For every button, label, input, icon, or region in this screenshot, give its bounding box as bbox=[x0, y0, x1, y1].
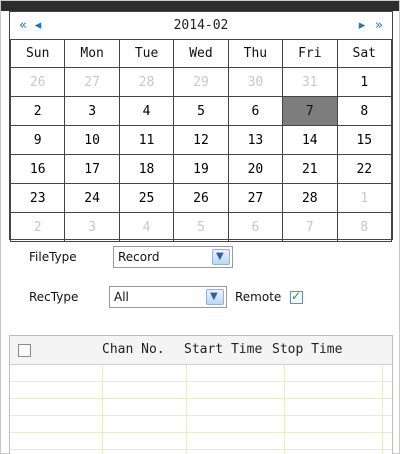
calendar-day[interactable]: 28 bbox=[282, 183, 338, 213]
calendar-day[interactable]: 5 bbox=[173, 96, 229, 126]
weekday-label: Fri bbox=[282, 39, 338, 68]
calendar-day[interactable]: 6 bbox=[227, 212, 284, 242]
calendar-day[interactable]: 2 bbox=[9, 96, 66, 126]
column-header-chan-no[interactable]: Chan No. bbox=[102, 336, 165, 364]
filetype-row: FileType Record ▼ bbox=[1, 245, 399, 273]
calendar-day[interactable]: 13 bbox=[227, 125, 284, 155]
calendar-grid: Sun Mon Tue Wed Thu Fri Sat 26 27 28 29 30 31… bbox=[9, 39, 393, 242]
calendar-day[interactable]: 1 bbox=[336, 183, 393, 213]
calendar-day[interactable]: 3 bbox=[64, 96, 120, 126]
search-panel: « ◂ 2014-02 ▸ » Sun Mon Tue Wed Thu Fri … bbox=[0, 0, 400, 454]
calendar-day[interactable]: 18 bbox=[118, 154, 175, 184]
calendar-day[interactable]: 17 bbox=[64, 154, 120, 184]
weekday-label: Tue bbox=[118, 39, 175, 68]
calendar-day[interactable]: 8 bbox=[336, 96, 393, 126]
weekday-label: Thu bbox=[227, 39, 284, 68]
rectype-row: RecType All ▼ Remote ✓ bbox=[1, 285, 399, 313]
next-month-icon[interactable]: ▸ bbox=[356, 12, 368, 39]
rectype-value: All bbox=[114, 290, 129, 304]
calendar-day[interactable]: 15 bbox=[336, 125, 393, 155]
record-list-header: Chan No. Start Time Stop Time bbox=[10, 336, 392, 365]
calendar-nav: « ◂ 2014-02 ▸ » bbox=[10, 12, 392, 39]
list-item[interactable] bbox=[10, 365, 392, 382]
calendar-week: 2345678 bbox=[9, 96, 393, 126]
month-title: 2014-02 bbox=[173, 18, 229, 33]
filetype-select[interactable]: Record ▼ bbox=[113, 246, 233, 268]
calendar-day[interactable]: 8 bbox=[336, 212, 393, 242]
calendar-day[interactable]: 26 bbox=[9, 67, 66, 97]
calendar-day[interactable]: 22 bbox=[336, 154, 393, 184]
calendar: « ◂ 2014-02 ▸ » Sun Mon Tue Wed Thu Fri … bbox=[9, 11, 393, 242]
calendar-days: 26 27 28 29 30 31 1 2 3 4 5 6 7 8 9 10 11 12 13 14 15 16 17 18 1… bbox=[9, 67, 393, 242]
chevron-down-icon: ▼ bbox=[210, 291, 218, 302]
calendar-day[interactable]: 21 bbox=[282, 154, 338, 184]
calendar-day[interactable]: 20 bbox=[227, 154, 284, 184]
select-all-checkbox[interactable] bbox=[18, 344, 31, 357]
record-list: Chan No. Start Time Stop Time bbox=[9, 335, 393, 454]
dropdown-arrow-icon[interactable]: ▼ bbox=[206, 289, 224, 305]
check-icon: ✓ bbox=[291, 289, 302, 303]
calendar-day[interactable]: 30 bbox=[227, 67, 284, 97]
weekday-label: Sun bbox=[9, 39, 66, 68]
calendar-day[interactable]: 5 bbox=[173, 212, 229, 242]
calendar-day[interactable]: 4 bbox=[118, 96, 175, 126]
next-year-icon[interactable]: » bbox=[372, 12, 386, 39]
calendar-week: 16 17 18 19 20 21 22 bbox=[9, 154, 393, 184]
calendar-day[interactable]: 2 bbox=[9, 212, 66, 242]
calendar-day[interactable]: 4 bbox=[118, 212, 175, 242]
column-header-start-time[interactable]: Start Time bbox=[184, 336, 262, 364]
weekday-label: Sat bbox=[336, 39, 393, 68]
calendar-day[interactable]: 29 bbox=[173, 67, 229, 97]
calendar-day[interactable]: 24 bbox=[64, 183, 120, 213]
calendar-day[interactable]: 16 bbox=[9, 154, 66, 184]
filetype-label: FileType bbox=[29, 250, 77, 264]
list-item[interactable] bbox=[10, 416, 392, 433]
calendar-day[interactable]: 12 bbox=[173, 125, 229, 155]
weekday-label: Mon bbox=[64, 39, 120, 68]
top-bar bbox=[1, 1, 399, 11]
calendar-day[interactable]: 3 bbox=[64, 212, 120, 242]
calendar-day[interactable]: 23 bbox=[9, 183, 66, 213]
rectype-select[interactable]: All ▼ bbox=[109, 286, 227, 308]
remote-checkbox[interactable]: ✓ bbox=[290, 289, 303, 304]
calendar-day[interactable]: 27 bbox=[227, 183, 284, 213]
calendar-day-selected[interactable]: 7 bbox=[282, 96, 338, 126]
calendar-day[interactable]: 14 bbox=[282, 125, 338, 155]
calendar-day[interactable]: 25 bbox=[118, 183, 175, 213]
calendar-day[interactable]: 7 bbox=[282, 212, 338, 242]
filetype-value: Record bbox=[118, 250, 160, 264]
calendar-day[interactable]: 26 bbox=[173, 183, 229, 213]
dropdown-arrow-icon[interactable]: ▼ bbox=[212, 249, 230, 265]
calendar-day[interactable]: 10 bbox=[64, 125, 120, 155]
calendar-day[interactable]: 19 bbox=[173, 154, 229, 184]
chevron-down-icon: ▼ bbox=[216, 251, 224, 262]
list-item[interactable] bbox=[10, 399, 392, 416]
calendar-day[interactable]: 28 bbox=[118, 67, 175, 97]
calendar-day[interactable]: 27 bbox=[64, 67, 120, 97]
list-item[interactable] bbox=[10, 433, 392, 450]
calendar-week: 9 10 11 12 13 14 15 bbox=[9, 125, 393, 155]
calendar-day[interactable]: 11 bbox=[118, 125, 175, 155]
list-item[interactable] bbox=[10, 382, 392, 399]
weekday-label: Wed bbox=[173, 39, 229, 68]
calendar-week: 2345678 bbox=[9, 212, 393, 242]
calendar-week: 26 27 28 29 30 31 1 bbox=[9, 67, 393, 97]
weekday-header: Sun Mon Tue Wed Thu Fri Sat bbox=[9, 39, 393, 68]
rectype-label: RecType bbox=[29, 290, 79, 304]
remote-label: Remote bbox=[235, 290, 282, 304]
column-header-stop-time[interactable]: Stop Time bbox=[272, 336, 342, 364]
calendar-day[interactable]: 6 bbox=[227, 96, 284, 126]
calendar-day[interactable]: 9 bbox=[9, 125, 66, 155]
calendar-week: 23 24 25 26 27 28 1 bbox=[9, 183, 393, 213]
calendar-day[interactable]: 1 bbox=[336, 67, 393, 97]
calendar-day[interactable]: 31 bbox=[282, 67, 338, 97]
